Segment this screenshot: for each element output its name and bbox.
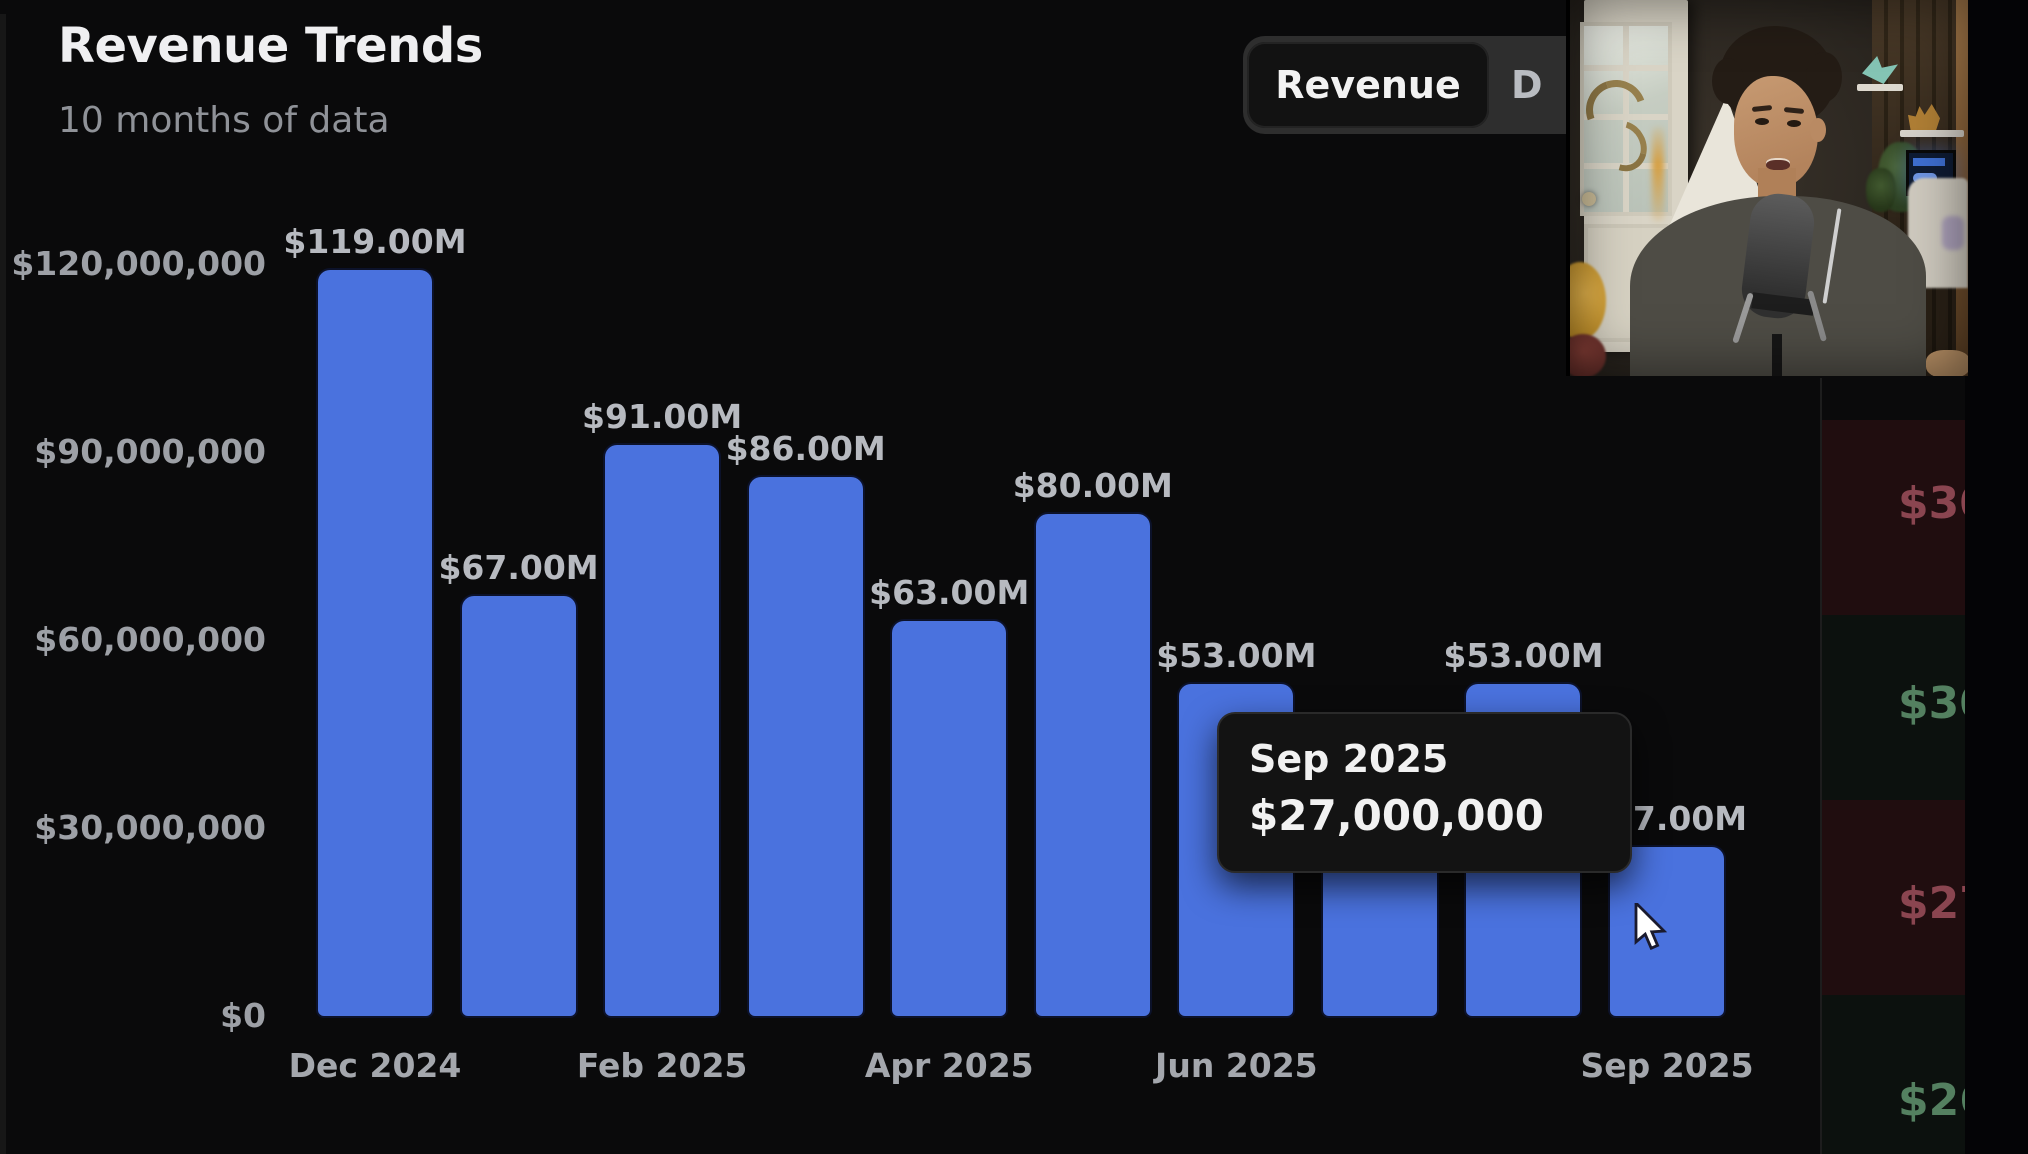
bar-value-label: $80.00M — [973, 466, 1213, 506]
webcam-overlay — [1566, 0, 1968, 376]
ticker-price-text: $30 — [1898, 478, 1967, 529]
tooltip-title: Sep 2025 — [1249, 736, 1630, 782]
bar-jan-2025[interactable] — [462, 596, 576, 1016]
tooltip-value: $27,000,000 — [1249, 790, 1630, 842]
bar-feb-2025[interactable] — [605, 445, 719, 1016]
webcam-vignette — [1570, 0, 1968, 376]
page-subtitle: 10 months of data — [58, 100, 390, 141]
y-axis-tick-label: $90,000,000 — [0, 431, 266, 473]
bar-value-label: $119.00M — [255, 222, 495, 262]
y-axis-tick-label: $30,000,000 — [0, 807, 266, 849]
chart-tooltip: Sep 2025 $27,000,000 — [1217, 712, 1632, 873]
bar-value-label: $53.00M — [1403, 636, 1643, 676]
background-price-ticker: $30 $30 $27 $26 — [1820, 378, 1967, 1154]
bar-value-label: $63.00M — [829, 573, 1069, 613]
ticker-price-text: $26 — [1898, 1075, 1967, 1126]
tab-revenue-label: Revenue — [1275, 63, 1460, 107]
x-axis-tick-label: Feb 2025 — [542, 1046, 782, 1086]
bar-mar-2025[interactable] — [749, 477, 863, 1016]
x-axis-tick-label: Apr 2025 — [829, 1046, 1069, 1086]
x-axis-tick-label: Dec 2024 — [255, 1046, 495, 1086]
y-axis-tick-label: $120,000,000 — [0, 243, 266, 285]
screen: Revenue Trends 10 months of data Revenue… — [0, 0, 2028, 1154]
screen-left-edge — [0, 14, 6, 1154]
y-axis-tick-label: $60,000,000 — [0, 619, 266, 661]
tab-second-label: D — [1511, 63, 1543, 107]
metric-segmented-control: Revenue D — [1243, 36, 1613, 134]
ticker-price-text: $30 — [1898, 678, 1967, 729]
mouse-cursor-icon — [1634, 903, 1676, 959]
y-axis-tick-label: $0 — [0, 995, 266, 1037]
x-axis-tick-label: Jun 2025 — [1116, 1046, 1356, 1086]
tab-revenue[interactable]: Revenue — [1247, 42, 1489, 128]
bar-value-label: $53.00M — [1116, 636, 1356, 676]
bar-value-label: $67.00M — [399, 548, 639, 588]
bar-apr-2025[interactable] — [892, 621, 1006, 1016]
right-black-bar — [1965, 0, 2028, 1154]
x-axis-tick-label: Sep 2025 — [1547, 1046, 1787, 1086]
page-title: Revenue Trends — [58, 18, 483, 74]
bar-value-label: $86.00M — [686, 429, 926, 469]
ticker-price-text: $27 — [1898, 878, 1967, 929]
bar-dec-2024[interactable] — [318, 270, 432, 1016]
